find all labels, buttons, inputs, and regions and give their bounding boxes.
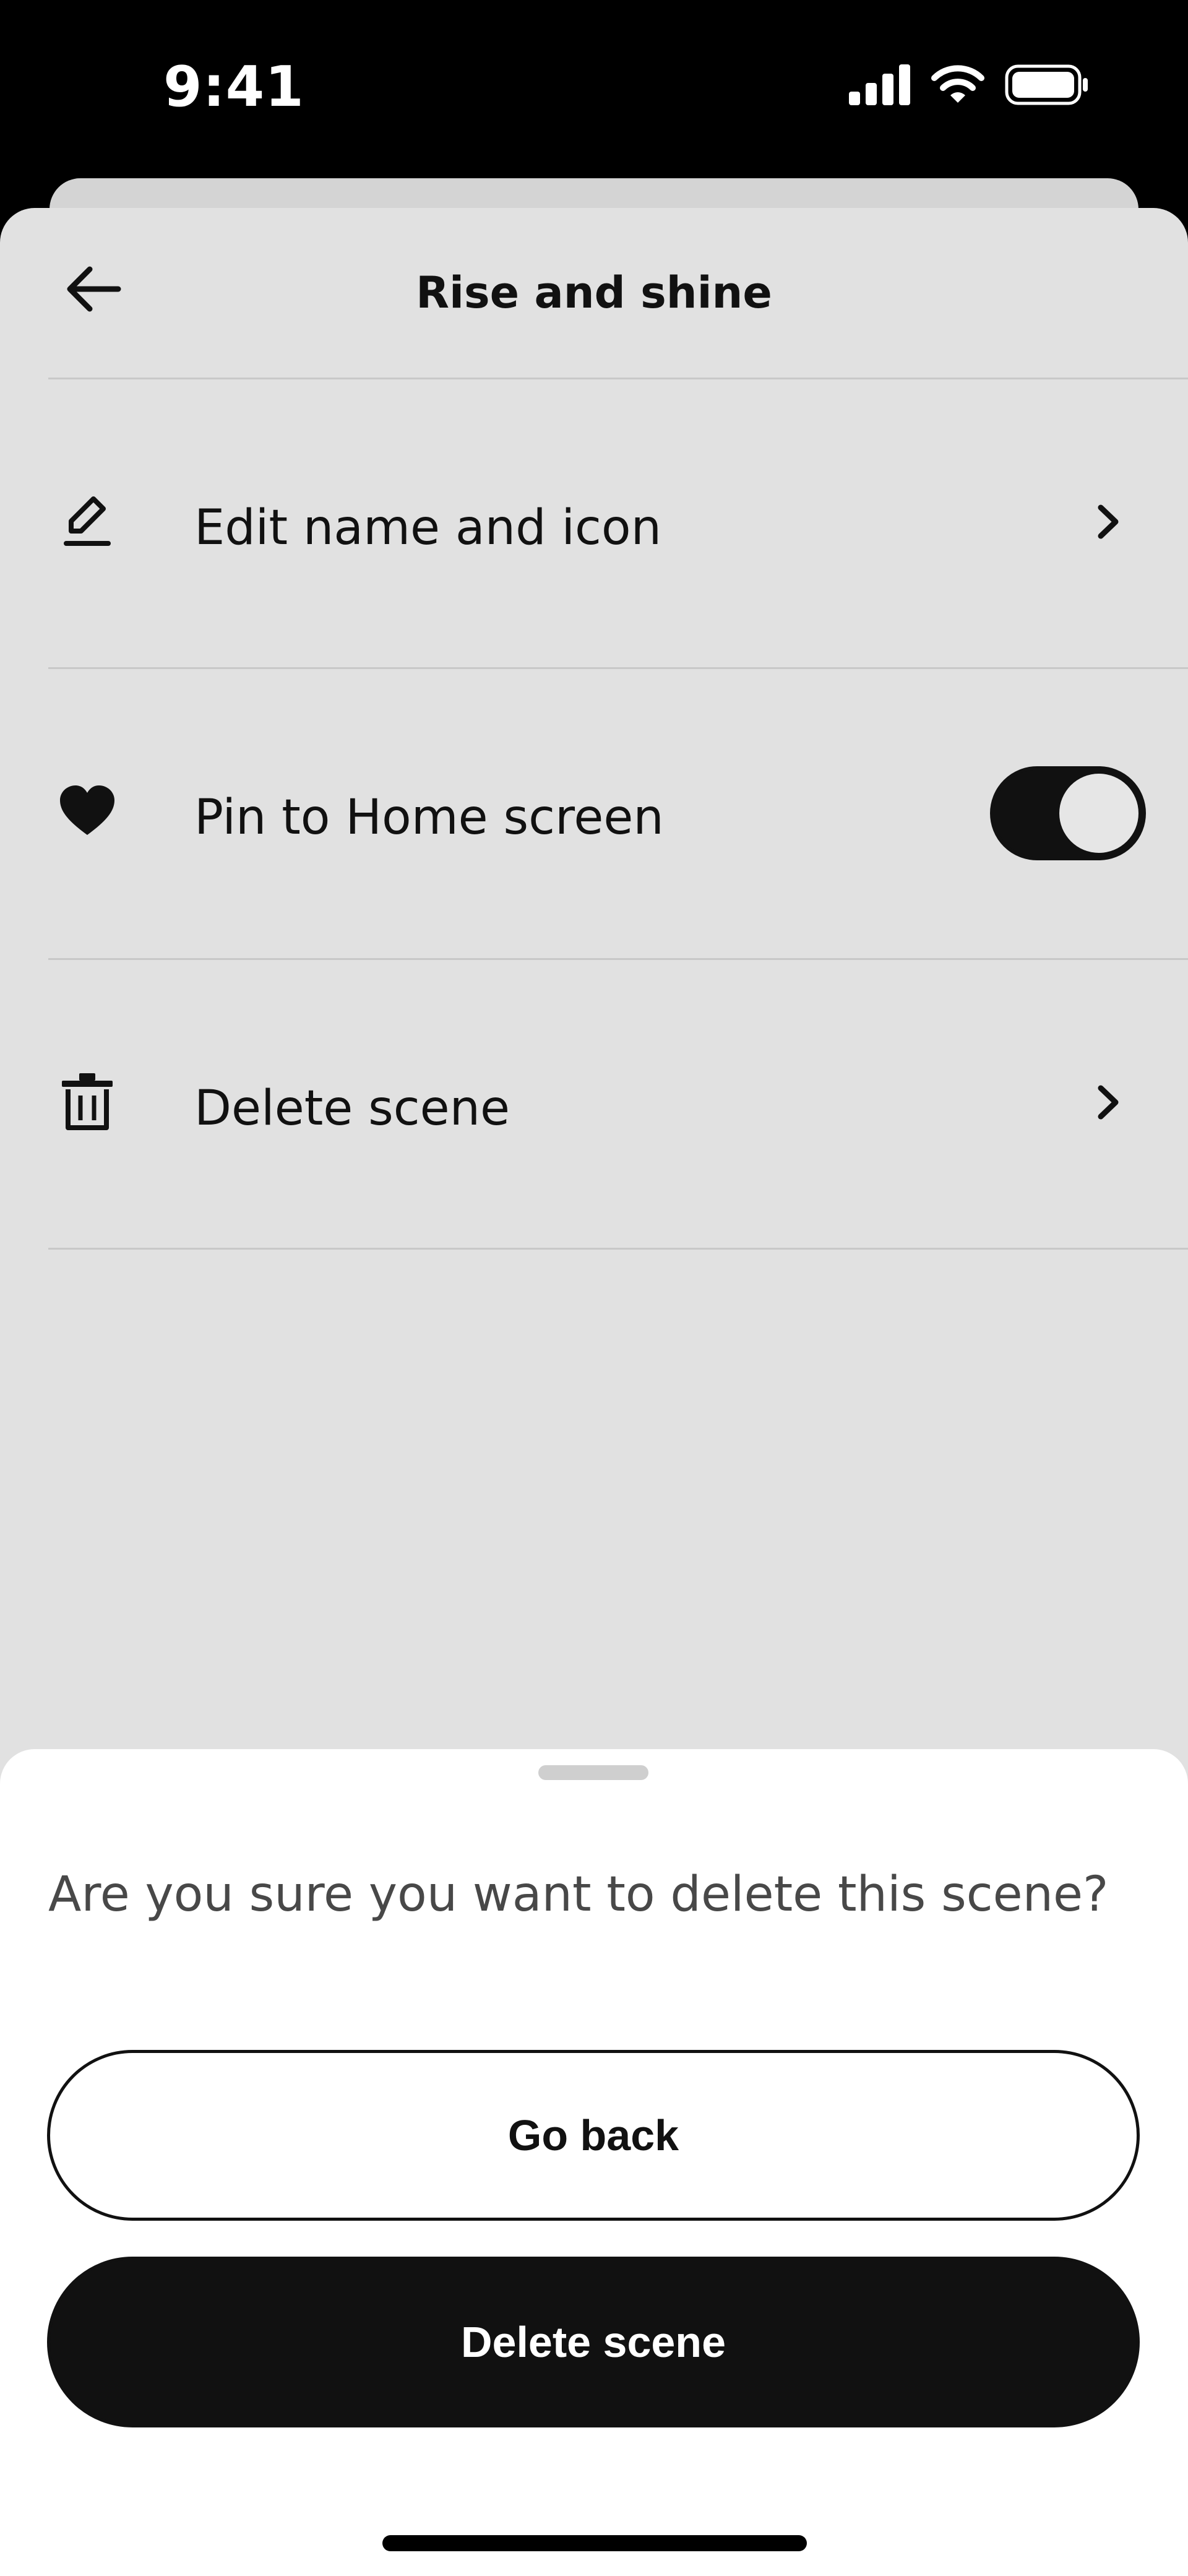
row-label: Pin to Home screen	[194, 790, 664, 845]
go-back-button[interactable]: Go back	[47, 2050, 1140, 2221]
delete-scene-button[interactable]: Delete scene	[47, 2257, 1140, 2427]
status-icons	[849, 64, 1089, 108]
pencil-icon	[53, 484, 121, 558]
toggle-knob	[1059, 774, 1138, 853]
sheet-grabber[interactable]	[538, 1765, 648, 1780]
edit-name-and-icon-row[interactable]: Edit name and icon	[0, 379, 1188, 668]
pin-toggle[interactable]	[990, 766, 1146, 860]
confirmation-message: Are you sure you want to delete this sce…	[48, 1867, 1109, 1922]
delete-confirmation-sheet: Are you sure you want to delete this sce…	[0, 1749, 1188, 2576]
row-label: Edit name and icon	[194, 500, 662, 556]
chevron-right-icon	[1077, 1068, 1138, 1136]
trash-icon	[53, 1065, 121, 1139]
chevron-right-icon	[1077, 488, 1138, 556]
battery-icon	[1005, 64, 1089, 108]
row-label: Delete scene	[194, 1081, 510, 1136]
status-time: 9:41	[163, 54, 304, 119]
divider	[48, 1248, 1188, 1250]
status-bar: 9:41	[0, 0, 1188, 179]
header: Rise and shine	[0, 208, 1188, 379]
wifi-icon	[929, 64, 986, 108]
pin-to-home-screen-row: Pin to Home screen	[0, 668, 1188, 958]
delete-scene-row[interactable]: Delete scene	[0, 959, 1188, 1249]
cellular-signal-icon	[849, 64, 911, 108]
page-title: Rise and shine	[416, 267, 772, 318]
home-indicator	[382, 2535, 807, 2551]
heart-icon	[53, 774, 121, 848]
screen: 9:41 Rise and shine Edit name and icon P…	[0, 0, 1188, 2576]
